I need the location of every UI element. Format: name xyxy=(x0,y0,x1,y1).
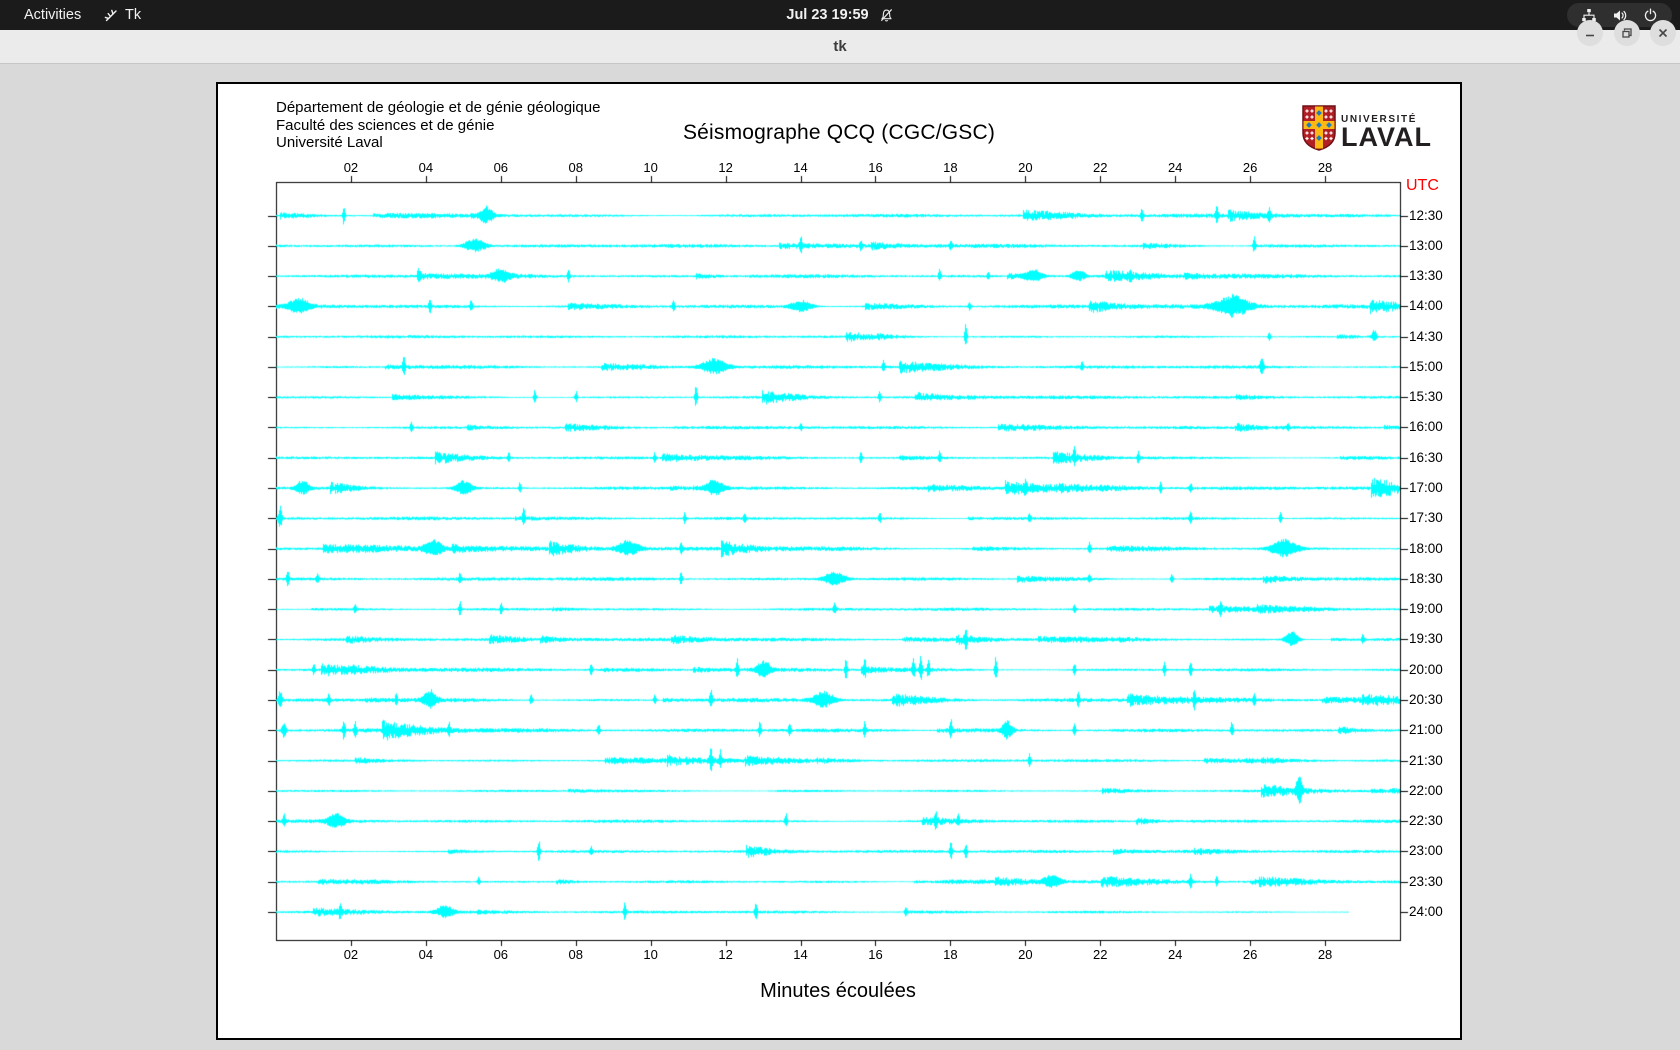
trace-time-label: 20:30 xyxy=(1409,691,1443,707)
tk-feather-icon xyxy=(104,8,119,23)
x-tick-label-bottom: 22 xyxy=(1093,947,1108,962)
x-tick-label-top: 26 xyxy=(1242,160,1258,175)
trace-time-label: 15:00 xyxy=(1409,358,1443,374)
trace-time-label: 14:30 xyxy=(1409,328,1443,344)
x-tick-label-top: 02 xyxy=(343,160,359,175)
trace-time-label: 17:30 xyxy=(1409,510,1443,526)
power-icon xyxy=(1643,7,1658,23)
laval-shield-icon xyxy=(1302,105,1336,156)
x-tick-label-bottom: 10 xyxy=(643,947,658,962)
x-tick-label-bottom: 08 xyxy=(568,947,583,962)
trace-time-label: 22:00 xyxy=(1409,782,1443,798)
trace-time-label: 15:30 xyxy=(1409,389,1443,405)
logo-laval-text: LAVAL xyxy=(1341,122,1432,152)
x-tick-label-bottom: 18 xyxy=(943,947,958,962)
trace-time-label: 17:00 xyxy=(1409,480,1443,496)
x-tick-label-top: 06 xyxy=(493,160,509,175)
x-tick-label-top: 18 xyxy=(943,160,958,175)
x-tick-label-top: 22 xyxy=(1093,160,1108,175)
x-tick-label-top: 28 xyxy=(1317,160,1333,175)
trace-time-label: 16:00 xyxy=(1409,419,1443,435)
x-tick-label-bottom: 14 xyxy=(793,947,808,962)
trace-time-label: 18:30 xyxy=(1409,570,1443,586)
x-tick-label-top: 20 xyxy=(1018,160,1033,175)
x-tick-label-bottom: 24 xyxy=(1167,947,1183,962)
seismograph-canvas-frame: Département de géologie et de génie géol… xyxy=(216,82,1462,1040)
clock-text: Jul 23 19:59 xyxy=(786,7,869,23)
trace-time-label: 21:00 xyxy=(1409,722,1443,738)
x-tick-label-top: 12 xyxy=(718,160,733,175)
x-tick-label-bottom: 06 xyxy=(493,947,509,962)
x-tick-label-top: 10 xyxy=(643,160,658,175)
window-titlebar[interactable]: tk xyxy=(0,30,1680,64)
x-tick-label-bottom: 04 xyxy=(418,947,434,962)
trace-time-label: 16:30 xyxy=(1409,449,1443,465)
x-tick-label-top: 04 xyxy=(418,160,434,175)
trace-time-label: 13:30 xyxy=(1409,268,1443,284)
seismogram-canvas xyxy=(218,84,1460,1038)
trace-time-label: 12:30 xyxy=(1409,207,1443,223)
header-line-1: Département de géologie et de génie géol… xyxy=(276,99,601,116)
notifications-disabled-icon xyxy=(879,8,894,23)
close-button[interactable] xyxy=(1650,20,1676,46)
x-tick-label-bottom: 12 xyxy=(718,947,733,962)
x-tick-label-top: 16 xyxy=(868,160,883,175)
trace-time-label: 19:00 xyxy=(1409,601,1443,617)
focused-app-menu[interactable]: Tk xyxy=(104,0,141,30)
x-tick-label-bottom: 26 xyxy=(1242,947,1258,962)
trace-time-label: 23:00 xyxy=(1409,843,1443,859)
trace-time-label: 20:00 xyxy=(1409,661,1443,677)
trace-time-label: 23:30 xyxy=(1409,873,1443,889)
x-tick-label-bottom: 16 xyxy=(868,947,883,962)
trace-time-label: 24:00 xyxy=(1409,903,1443,919)
x-tick-label-bottom: 20 xyxy=(1018,947,1033,962)
x-tick-label-top: 08 xyxy=(568,160,583,175)
trace-time-label: 14:00 xyxy=(1409,298,1443,314)
restore-button[interactable] xyxy=(1614,20,1640,46)
window-title: tk xyxy=(833,38,847,55)
universite-laval-logo: UNIVERSITÉ LAVAL xyxy=(1302,105,1432,156)
x-tick-label-top: 24 xyxy=(1167,160,1183,175)
minimize-button[interactable] xyxy=(1577,20,1603,46)
trace-time-label: 18:00 xyxy=(1409,540,1443,556)
x-tick-label-bottom: 02 xyxy=(343,947,359,962)
trace-time-label: 22:30 xyxy=(1409,813,1443,829)
trace-time-label: 19:30 xyxy=(1409,631,1443,647)
plot-title: Séismographe QCQ (CGC/GSC) xyxy=(682,121,996,144)
activities-button[interactable]: Activities xyxy=(18,0,87,30)
x-tick-label-top: 14 xyxy=(793,160,808,175)
clock-menu[interactable]: Jul 23 19:59 xyxy=(786,7,893,23)
top-bar: Activities Tk Jul 23 19:59 xyxy=(0,0,1680,30)
focused-app-name: Tk xyxy=(125,7,142,23)
x-axis-title: Minutes écoulées xyxy=(760,980,916,1002)
trace-time-label: 21:30 xyxy=(1409,752,1443,768)
trace-time-label: 13:00 xyxy=(1409,237,1443,253)
x-tick-label-bottom: 28 xyxy=(1317,947,1333,962)
utc-axis-label: UTC xyxy=(1406,177,1439,194)
